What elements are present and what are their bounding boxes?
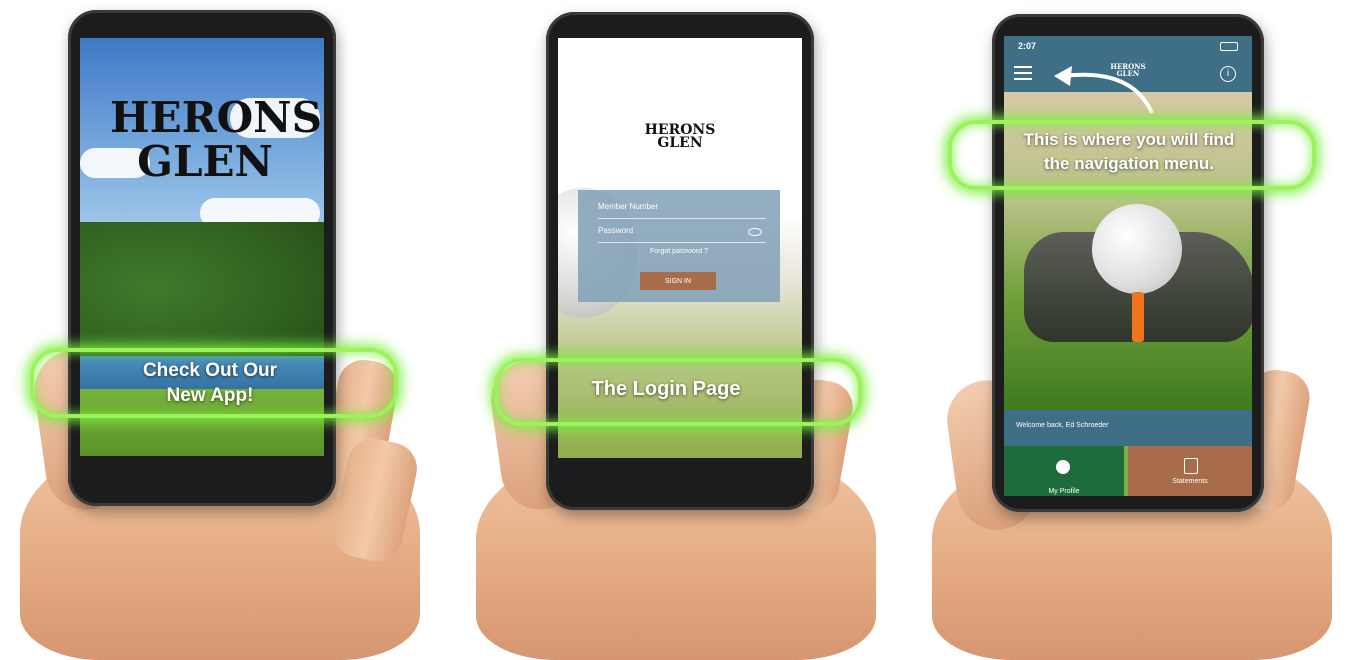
login-form: Member Number Password Forgot password ?… (578, 190, 780, 302)
golf-tee-image (1132, 292, 1144, 342)
info-icon[interactable]: i (1220, 66, 1236, 82)
member-number-field[interactable]: Member Number (598, 202, 658, 211)
phone: HERONS GLEN Member Number Password Forgo… (546, 12, 814, 510)
sign-in-button[interactable]: SIGN IN (640, 272, 716, 290)
caption: Check Out Our New App! (110, 358, 310, 408)
herons-glen-logo: HERONS GLEN (110, 93, 322, 186)
logo-text-line1: HERONS (110, 93, 322, 142)
eye-icon[interactable] (748, 228, 762, 236)
battery-icon (1220, 42, 1238, 51)
password-field[interactable]: Password (598, 226, 633, 235)
logo-text-line2: GLEN (657, 135, 703, 152)
divider (598, 242, 766, 243)
caption-line1: Check Out Our (142, 360, 278, 381)
tile-label: Statements (1172, 478, 1208, 485)
divider (598, 218, 766, 219)
golf-ball-image (1092, 204, 1182, 294)
caption-line2: New App! (166, 385, 254, 406)
person-icon (1056, 460, 1070, 474)
welcome-bar: Welcome back, Ed Schroeder (1004, 410, 1252, 446)
panel-navigation: 2:07 HERONS GLEN i Welcome back, Ed Schr… (912, 0, 1368, 660)
panel-new-app: HERONS GLEN Check Out Our New App! (0, 0, 456, 660)
phone: HERONS GLEN (68, 10, 336, 506)
curved-arrow-icon (1054, 66, 1154, 114)
welcome-text: Welcome back, Ed Schroeder (1016, 422, 1109, 429)
statements-tile[interactable]: Statements (1128, 446, 1252, 496)
my-profile-tile[interactable]: My Profile (1004, 446, 1124, 496)
status-time: 2:07 (1018, 41, 1037, 51)
caption-line1: This is where you will find (1023, 130, 1235, 149)
hamburger-menu-icon[interactable] (1014, 66, 1032, 80)
caption: This is where you will find the navigati… (982, 128, 1276, 176)
panel-login: HERONS GLEN Member Number Password Forgo… (456, 0, 912, 660)
tile-label: My Profile (1048, 488, 1080, 495)
caption: The Login Page (591, 378, 741, 400)
logo-text-line2: GLEN (137, 136, 273, 186)
forgot-password-link[interactable]: Forgot password ? (578, 248, 780, 255)
clipboard-icon (1184, 458, 1198, 474)
caption-line2: the navigation menu. (1043, 154, 1215, 173)
herons-glen-logo: HERONS GLEN (630, 123, 730, 152)
